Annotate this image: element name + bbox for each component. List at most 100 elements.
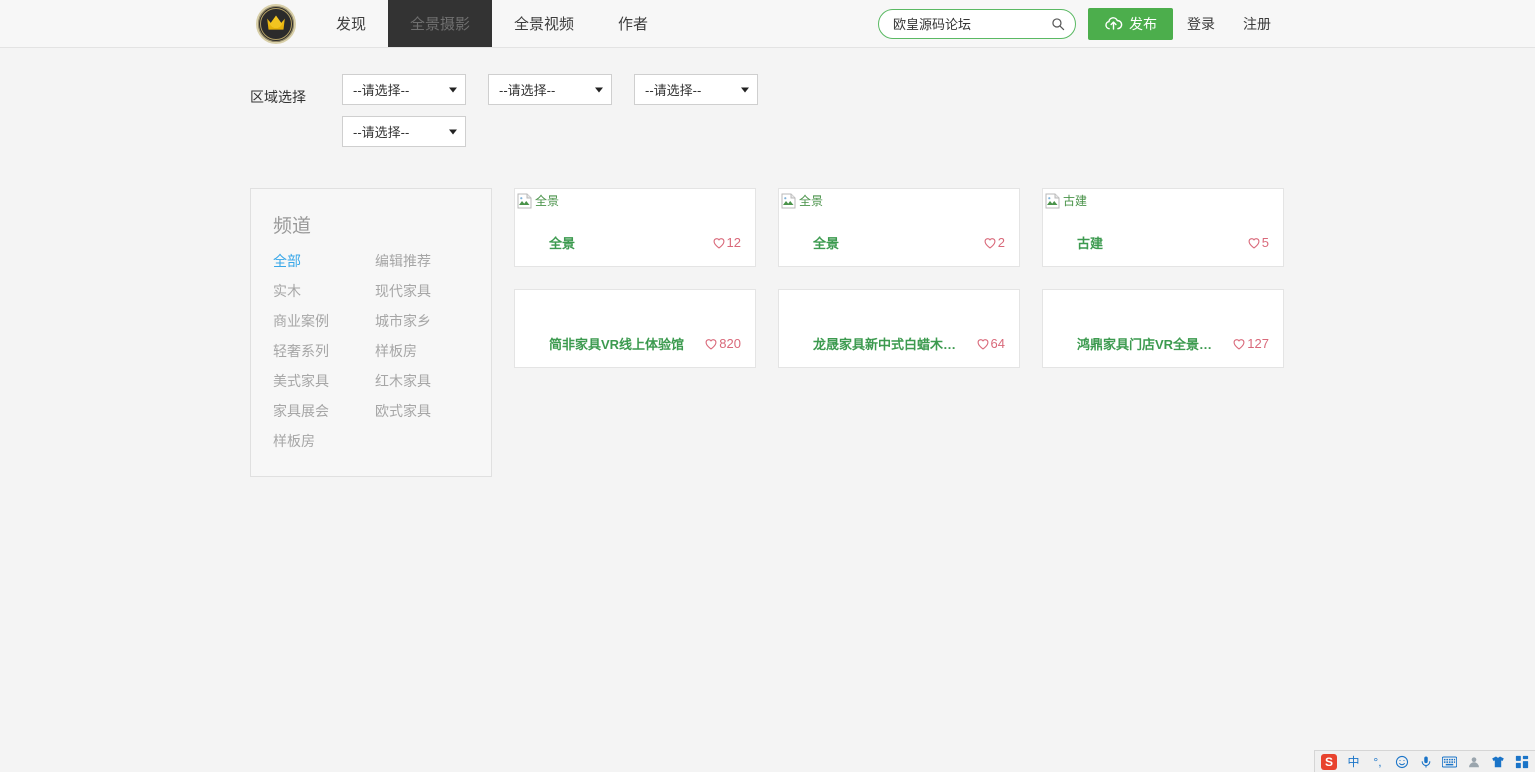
nav-item-author[interactable]: 作者 [596,0,670,47]
channel-item-show-flat-2[interactable]: 样板房 [273,432,369,450]
site-header: 发现 全景摄影 全景视频 作者 发布 登录 [0,0,1535,48]
card-title[interactable]: 全景 [549,233,575,252]
chevron-down-icon [449,87,457,92]
card-title[interactable]: 古建 [1077,233,1103,252]
channel-item-furniture-expo[interactable]: 家具展会 [273,402,369,420]
broken-image-icon [517,193,533,209]
card-like-count[interactable]: 2 [983,235,1005,250]
broken-image-icon [1045,193,1061,209]
channel-item-solid-wood[interactable]: 实木 [273,282,369,300]
heart-icon [712,236,726,250]
card-body: 古建 5 [1043,225,1283,266]
card-like-count[interactable]: 820 [704,336,741,351]
card-thumbnail[interactable] [515,290,755,326]
channel-list: 全部 编辑推荐 实木 现代家具 商业案例 城市家乡 轻奢系列 样板房 美式家具 … [273,252,471,450]
content-card[interactable]: 龙晟家具新中式白蜡木… 64 [778,289,1020,368]
search-box[interactable] [878,9,1076,39]
skin-icon[interactable] [1490,754,1505,769]
channel-item-american-furniture[interactable]: 美式家具 [273,372,369,390]
header-inner: 发现 全景摄影 全景视频 作者 发布 登录 [0,0,1535,47]
crown-badge-logo-icon[interactable] [256,4,296,44]
channel-panel-title: 频道 [273,211,471,238]
region-select-city-value: --请选择-- [499,80,555,99]
channel-item-editor-pick[interactable]: 编辑推荐 [375,252,471,270]
content-card[interactable]: 简非家具VR线上体验馆 820 [514,289,756,368]
page-content: 区域选择 --请选择-- --请选择-- --请选择-- --请选择-- 频道 [0,48,1535,477]
broken-image-alt-text: 古建 [1063,194,1087,208]
channel-item-modern-furniture[interactable]: 现代家具 [375,282,471,300]
card-body: 全景 12 [515,225,755,266]
chinese-mode-icon[interactable]: 中 [1346,754,1361,769]
card-like-count[interactable]: 12 [712,235,741,250]
heart-icon [704,337,718,351]
heart-icon [1247,236,1261,250]
content-card[interactable]: 鸿鼎家具门店VR全景… 127 [1042,289,1284,368]
nav-item-panorama-video[interactable]: 全景视频 [492,0,596,47]
card-like-count[interactable]: 127 [1232,336,1269,351]
chevron-down-icon [449,129,457,134]
content-card[interactable]: 全景 全景 12 [514,188,756,267]
heart-icon [976,337,990,351]
card-row: 全景 全景 12 [514,188,1535,267]
channel-panel: 频道 全部 编辑推荐 实木 现代家具 商业案例 城市家乡 轻奢系列 样板房 美式… [250,188,492,477]
login-link[interactable]: 登录 [1173,14,1229,34]
region-select-city[interactable]: --请选择-- [488,74,612,105]
region-filter: 区域选择 --请选择-- --请选择-- --请选择-- --请选择-- [250,74,1535,158]
logo-link[interactable] [256,0,314,47]
voice-input-icon[interactable] [1418,754,1433,769]
broken-image-alt-text: 全景 [799,194,823,208]
card-like-value: 127 [1247,336,1269,351]
channel-item-city-hometown[interactable]: 城市家乡 [375,312,471,330]
region-select-street-value: --请选择-- [353,122,409,141]
card-thumbnail[interactable] [779,290,1019,326]
card-grid: 全景 全景 12 [514,188,1535,390]
card-thumbnail[interactable]: 全景 [779,189,1019,225]
card-title[interactable]: 鸿鼎家具门店VR全景… [1077,334,1212,353]
region-select-street[interactable]: --请选择-- [342,116,466,147]
card-like-value: 64 [991,336,1005,351]
card-thumbnail[interactable] [1043,290,1283,326]
nav-item-discover[interactable]: 发现 [314,0,388,47]
toolbox-icon[interactable] [1514,754,1529,769]
user-icon[interactable] [1466,754,1481,769]
publish-button[interactable]: 发布 [1088,8,1173,40]
channel-item-light-luxury[interactable]: 轻奢系列 [273,342,369,360]
broken-image-placeholder: 古建 [1045,193,1087,209]
broken-image-placeholder: 全景 [517,193,559,209]
card-body: 龙晟家具新中式白蜡木… 64 [779,326,1019,367]
header-actions: 发布 登录 注册 [878,0,1535,47]
card-title[interactable]: 龙晟家具新中式白蜡木… [813,334,956,353]
main-content: 频道 全部 编辑推荐 实木 现代家具 商业案例 城市家乡 轻奢系列 样板房 美式… [250,188,1535,477]
channel-item-all[interactable]: 全部 [273,252,369,270]
card-title[interactable]: 简非家具VR线上体验馆 [549,334,684,353]
region-select-district[interactable]: --请选择-- [634,74,758,105]
search-icon[interactable] [1051,17,1065,31]
content-card[interactable]: 古建 古建 5 [1042,188,1284,267]
channel-item-rosewood-furniture[interactable]: 红木家具 [375,372,471,390]
primary-nav: 发现 全景摄影 全景视频 作者 [314,0,670,47]
card-body: 全景 2 [779,225,1019,266]
emoji-icon[interactable] [1394,754,1409,769]
channel-item-european-furniture[interactable]: 欧式家具 [375,402,471,420]
search-input[interactable] [891,15,1045,32]
publish-button-label: 发布 [1129,14,1157,34]
card-body: 简非家具VR线上体验馆 820 [515,326,755,367]
region-select-province[interactable]: --请选择-- [342,74,466,105]
card-thumbnail[interactable]: 古建 [1043,189,1283,225]
card-title[interactable]: 全景 [813,233,839,252]
card-like-count[interactable]: 64 [976,336,1005,351]
card-row: 简非家具VR线上体验馆 820 龙晟家具新中式白蜡木… [514,289,1535,368]
sogou-logo-icon[interactable]: S [1321,754,1337,770]
card-like-count[interactable]: 5 [1247,235,1269,250]
soft-keyboard-icon[interactable] [1442,754,1457,769]
card-like-value: 12 [727,235,741,250]
punctuation-mode-icon[interactable]: °, [1370,754,1385,769]
channel-item-business-case[interactable]: 商业案例 [273,312,369,330]
nav-item-panorama-photo[interactable]: 全景摄影 [388,0,492,47]
channel-item-show-flat[interactable]: 样板房 [375,342,471,360]
register-link[interactable]: 注册 [1229,14,1285,34]
card-like-value: 820 [719,336,741,351]
region-filter-label: 区域选择 [250,74,342,107]
content-card[interactable]: 全景 全景 2 [778,188,1020,267]
card-thumbnail[interactable]: 全景 [515,189,755,225]
